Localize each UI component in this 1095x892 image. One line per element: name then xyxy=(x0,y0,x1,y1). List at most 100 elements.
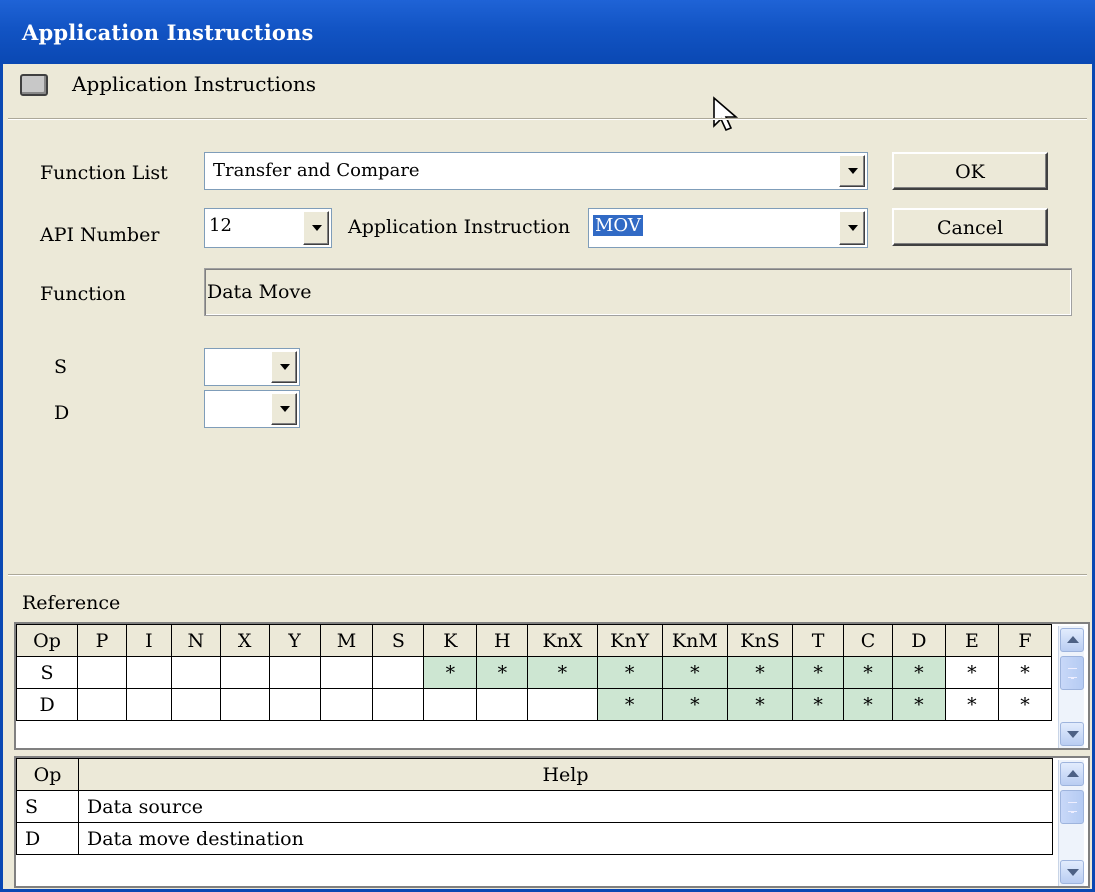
reference-column-header: Y xyxy=(268,624,321,657)
function-value: Data Move xyxy=(207,281,312,303)
reference-cell: * xyxy=(944,688,999,721)
reference-cell xyxy=(268,656,321,689)
scroll-down-icon[interactable] xyxy=(1060,722,1084,746)
reference-column-header: P xyxy=(77,624,127,657)
row-op: D xyxy=(15,688,79,721)
help-grid: Op Help S Data source D Data move destinatio… xyxy=(14,756,1090,888)
reference-column-header: N xyxy=(170,624,221,657)
ok-button[interactable]: OK xyxy=(892,152,1048,190)
reference-table: Op P I N X Y M S K H KnX KnY KnM KnS T C D E F S * * * * * * * * * *… xyxy=(15,624,1053,739)
reference-cell xyxy=(219,656,270,689)
reference-cell xyxy=(170,656,221,689)
reference-cell xyxy=(77,656,127,689)
reference-cell xyxy=(319,656,374,689)
cancel-button[interactable]: Cancel xyxy=(892,208,1048,246)
reference-cell xyxy=(268,688,321,721)
d-operand-dropdown[interactable] xyxy=(204,390,300,428)
function-field: Data Move xyxy=(204,268,1072,316)
help-column-header: Help xyxy=(78,758,1053,791)
reference-cell: * xyxy=(891,656,946,689)
instruction-icon xyxy=(20,74,48,96)
reference-column-header: K xyxy=(423,624,478,657)
reference-scrollbar[interactable] xyxy=(1058,626,1084,748)
help-text: Data source xyxy=(78,790,1053,823)
reference-column-header: H xyxy=(476,624,529,657)
api-number-dropdown[interactable]: 12 xyxy=(204,208,332,248)
reference-cell: * xyxy=(476,656,529,689)
chevron-down-icon[interactable] xyxy=(271,351,297,383)
help-op: S xyxy=(16,790,79,823)
reference-column-header: C xyxy=(843,624,893,657)
function-list-label: Function List xyxy=(40,162,168,184)
reference-column-header: KnM xyxy=(661,624,728,657)
chevron-down-icon[interactable] xyxy=(839,155,865,187)
mouse-cursor-icon xyxy=(713,96,739,132)
s-operand-label: S xyxy=(54,356,68,378)
reference-cell: * xyxy=(596,656,663,689)
app-instruction-label: Application Instruction xyxy=(348,216,571,238)
scroll-up-icon[interactable] xyxy=(1060,628,1084,652)
reference-cell: * xyxy=(997,656,1053,689)
scroll-thumb[interactable] xyxy=(1060,656,1084,690)
header-divider xyxy=(8,118,1087,120)
reference-label: Reference xyxy=(22,592,121,614)
d-operand-label: D xyxy=(54,402,70,424)
reference-cell: * xyxy=(661,688,728,721)
chevron-down-icon[interactable] xyxy=(303,211,329,245)
reference-grid: Op P I N X Y M S K H KnX KnY KnM KnS T C D E F S * * * * * * * * * *… xyxy=(14,622,1090,750)
scroll-down-icon[interactable] xyxy=(1060,860,1084,884)
reference-column-header: T xyxy=(792,624,845,657)
help-op: D xyxy=(16,822,79,855)
reference-cell: * xyxy=(944,656,999,689)
app-instruction-dropdown[interactable]: MOV xyxy=(588,208,868,248)
chevron-down-icon[interactable] xyxy=(839,211,865,245)
table-row: D Data move destination xyxy=(16,822,1053,855)
reference-cell xyxy=(170,688,221,721)
help-column-header: Op xyxy=(16,758,79,791)
help-scrollbar[interactable] xyxy=(1058,760,1084,886)
reference-cell: * xyxy=(843,656,893,689)
scroll-thumb[interactable] xyxy=(1060,790,1084,824)
app-instruction-value: MOV xyxy=(593,215,643,236)
table-row-empty xyxy=(17,721,1052,739)
reference-cell xyxy=(219,688,270,721)
reference-cell xyxy=(476,688,529,721)
table-row: S Data source xyxy=(16,790,1053,823)
reference-cell: * xyxy=(726,656,794,689)
reference-cell: * xyxy=(661,656,728,689)
reference-cell: * xyxy=(527,656,598,689)
function-list-dropdown[interactable]: Transfer and Compare xyxy=(204,152,868,190)
reference-cell xyxy=(423,688,478,721)
title-bar: Application Instructions xyxy=(0,0,1095,64)
section-divider xyxy=(8,574,1087,576)
s-operand-dropdown[interactable] xyxy=(204,348,300,386)
reference-column-header: D xyxy=(891,624,946,657)
reference-column-header: S xyxy=(372,624,425,657)
function-label: Function xyxy=(40,283,126,305)
reference-column-header: KnS xyxy=(726,624,794,657)
reference-cell: * xyxy=(843,688,893,721)
reference-cell xyxy=(527,688,598,721)
reference-cell xyxy=(126,688,172,721)
reference-column-header: X xyxy=(219,624,270,657)
reference-cell xyxy=(126,656,172,689)
reference-column-header: I xyxy=(126,624,172,657)
reference-column-header: Op xyxy=(15,624,79,657)
reference-cell xyxy=(77,688,127,721)
reference-cell: * xyxy=(792,688,845,721)
reference-column-header: F xyxy=(997,624,1053,657)
window-title: Application Instructions xyxy=(22,20,314,45)
help-text: Data move destination xyxy=(78,822,1053,855)
help-table: Op Help S Data source D Data move destinatio… xyxy=(16,758,1053,855)
api-number-label: API Number xyxy=(40,224,160,246)
chevron-down-icon[interactable] xyxy=(271,393,297,425)
api-number-value: 12 xyxy=(209,215,232,236)
reference-cell xyxy=(372,688,425,721)
reference-cell xyxy=(319,688,374,721)
table-row: S * * * * * * * * * * * xyxy=(15,656,1053,689)
reference-cell: * xyxy=(423,656,478,689)
reference-column-header: E xyxy=(944,624,999,657)
reference-cell: * xyxy=(891,688,946,721)
reference-cell: * xyxy=(792,656,845,689)
scroll-up-icon[interactable] xyxy=(1060,762,1084,786)
